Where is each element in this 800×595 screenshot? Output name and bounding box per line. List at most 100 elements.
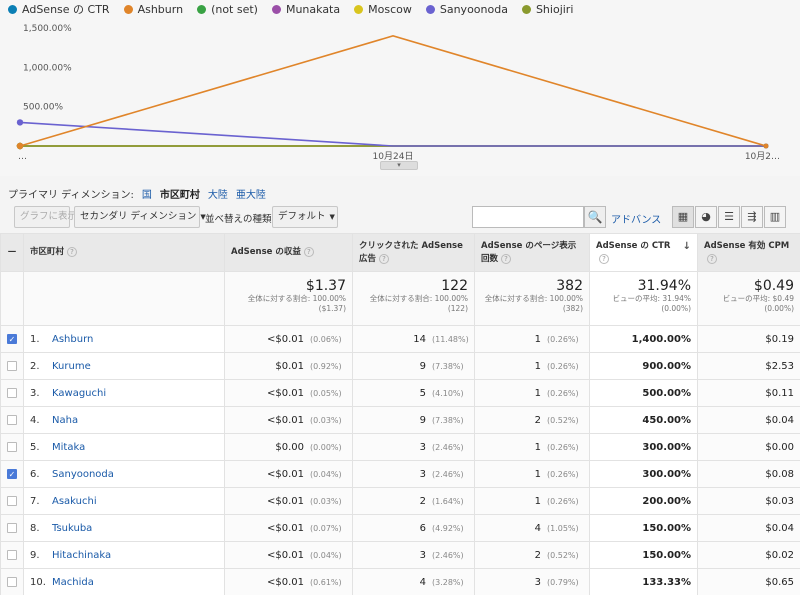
cpm-value: $0.04	[765, 522, 794, 534]
plot-rows-button[interactable]: グラフに表示	[14, 206, 77, 228]
row-checkbox-cell[interactable]	[0, 406, 24, 434]
city-link[interactable]: Ashburn	[52, 334, 93, 345]
row-checkbox[interactable]	[7, 387, 17, 398]
city-link[interactable]: Kurume	[52, 361, 91, 372]
primary-dimension-option[interactable]: 大陸	[208, 186, 228, 201]
city-link[interactable]: Asakuchi	[52, 496, 97, 507]
table-search-input[interactable]	[472, 206, 584, 228]
row-checkbox[interactable]	[7, 360, 17, 371]
clicks-value: 3	[419, 549, 426, 561]
clicks-cell: 9 (7.38%)	[352, 406, 475, 434]
clicks-value: 3	[419, 468, 426, 480]
row-checkbox-cell[interactable]: ✓	[0, 460, 24, 488]
pivot-view-button[interactable]: ▥	[764, 206, 786, 228]
help-icon[interactable]: ?	[707, 253, 717, 264]
clicks-cell: 3 (2.46%)	[352, 460, 475, 488]
row-index: 7.	[30, 495, 40, 507]
row-checkbox[interactable]	[7, 414, 17, 425]
ctr-cell: 450.00%	[589, 406, 698, 434]
search-button[interactable]: 🔍	[584, 206, 606, 228]
table-row: ✓ 1. Ashburn <$0.01 (0.06%) 14 (11.48%) 1 (0…	[0, 325, 800, 353]
bar-view-button[interactable]: ☰	[718, 206, 740, 228]
advanced-filter-link[interactable]: アドバンス	[611, 211, 661, 226]
views-pct: (0.26%)	[547, 334, 579, 344]
primary-dimension-option[interactable]: 亜大陸	[236, 186, 266, 201]
views-value: 1	[534, 495, 541, 507]
help-icon[interactable]: ?	[67, 247, 78, 257]
total-ctr: 31.94% ビューの平均: 31.94% (0.00%)	[589, 271, 698, 326]
select-all-icon: —	[7, 247, 17, 257]
help-icon[interactable]: ?	[303, 247, 314, 257]
row-checkbox[interactable]	[7, 441, 17, 452]
series-point	[763, 143, 769, 149]
cpm-cell: $2.53	[697, 352, 800, 380]
row-checkbox-cell[interactable]	[0, 541, 24, 569]
pie-view-button[interactable]: ◕	[695, 206, 717, 228]
clicks-cell: 5 (4.10%)	[352, 379, 475, 407]
total-value: 122	[441, 278, 468, 294]
row-checkbox[interactable]	[7, 549, 17, 560]
city-link[interactable]: Hitachinaka	[52, 550, 111, 561]
cpm-cell: $0.03	[697, 487, 800, 515]
series-point	[16, 142, 24, 150]
compare-view-button[interactable]: ⇶	[741, 206, 763, 228]
views-cell: 2 (0.52%)	[474, 541, 590, 569]
select-all-cell[interactable]: —	[0, 233, 24, 272]
header-ctr[interactable]: ↓ AdSense の CTR?	[589, 233, 698, 272]
city-cell: 5. Mitaka	[23, 433, 225, 461]
row-checkbox[interactable]	[7, 576, 17, 587]
help-icon[interactable]: ?	[599, 253, 609, 264]
views-pct: (1.05%)	[547, 523, 579, 533]
help-icon[interactable]: ?	[379, 253, 390, 264]
row-index: 3.	[30, 387, 40, 399]
city-cell: 4. Naha	[23, 406, 225, 434]
secondary-dimension-dropdown[interactable]: セカンダリ ディメンション ▼	[74, 206, 206, 228]
row-checkbox-cell[interactable]	[0, 514, 24, 542]
city-cell: 3. Kawaguchi	[23, 379, 225, 407]
revenue-pct: (0.05%)	[310, 388, 342, 398]
city-link[interactable]: Mitaka	[52, 442, 85, 453]
views-cell: 1 (0.26%)	[474, 325, 590, 353]
row-checkbox-cell[interactable]	[0, 487, 24, 515]
clicks-value: 2	[419, 495, 426, 507]
row-checkbox[interactable]	[7, 522, 17, 533]
help-icon[interactable]: ?	[501, 253, 512, 264]
city-link[interactable]: Tsukuba	[52, 523, 92, 534]
header-revenue[interactable]: AdSense の収益?	[224, 233, 353, 272]
city-link[interactable]: Kawaguchi	[52, 388, 106, 399]
city-link[interactable]: Machida	[52, 577, 94, 588]
row-checkbox-cell[interactable]: ✓	[0, 325, 24, 353]
header-page-views[interactable]: AdSense のページ表示回数?	[474, 233, 590, 272]
chart-resize-handle[interactable]: ▾	[380, 161, 418, 170]
ctr-cell: 150.00%	[589, 541, 698, 569]
row-checkbox-cell[interactable]	[0, 352, 24, 380]
ctr-cell: 300.00%	[589, 460, 698, 488]
row-checkbox-cell[interactable]	[0, 568, 24, 595]
grid-view-button[interactable]: ▦	[672, 206, 694, 228]
clicks-cell: 3 (2.46%)	[352, 541, 475, 569]
city-cell: 9. Hitachinaka	[23, 541, 225, 569]
views-pct: (0.26%)	[547, 442, 579, 452]
row-index: 2.	[30, 360, 40, 372]
row-checkbox[interactable]: ✓	[7, 333, 17, 344]
header-cpm[interactable]: AdSense 有効 CPM?	[697, 233, 800, 272]
row-checkbox[interactable]	[7, 495, 17, 506]
total-cpm: $0.49 ビューの平均: $0.49 (0.00%)	[697, 271, 800, 326]
header-city[interactable]: 市区町村?	[23, 233, 225, 272]
revenue-value: <$0.01	[266, 576, 304, 588]
row-checkbox-cell[interactable]	[0, 433, 24, 461]
primary-dimension-option[interactable]: 国	[142, 186, 152, 201]
ctr-cell: 300.00%	[589, 433, 698, 461]
sort-type-dropdown[interactable]: デフォルト ▼	[272, 206, 338, 228]
city-link[interactable]: Naha	[52, 415, 78, 426]
cpm-cell: $0.04	[697, 514, 800, 542]
primary-dimension-option[interactable]: 市区町村	[160, 186, 200, 201]
total-page-views: 382 全体に対する割合: 100.00% (382)	[474, 271, 590, 326]
revenue-cell: <$0.01 (0.04%)	[224, 460, 353, 488]
header-clicks[interactable]: クリックされた AdSense 広告?	[352, 233, 475, 272]
row-index: 6.	[30, 468, 40, 480]
row-checkbox-cell[interactable]	[0, 379, 24, 407]
ctr-cell: 500.00%	[589, 379, 698, 407]
row-checkbox[interactable]: ✓	[7, 468, 17, 479]
city-link[interactable]: Sanyoonoda	[52, 469, 114, 480]
